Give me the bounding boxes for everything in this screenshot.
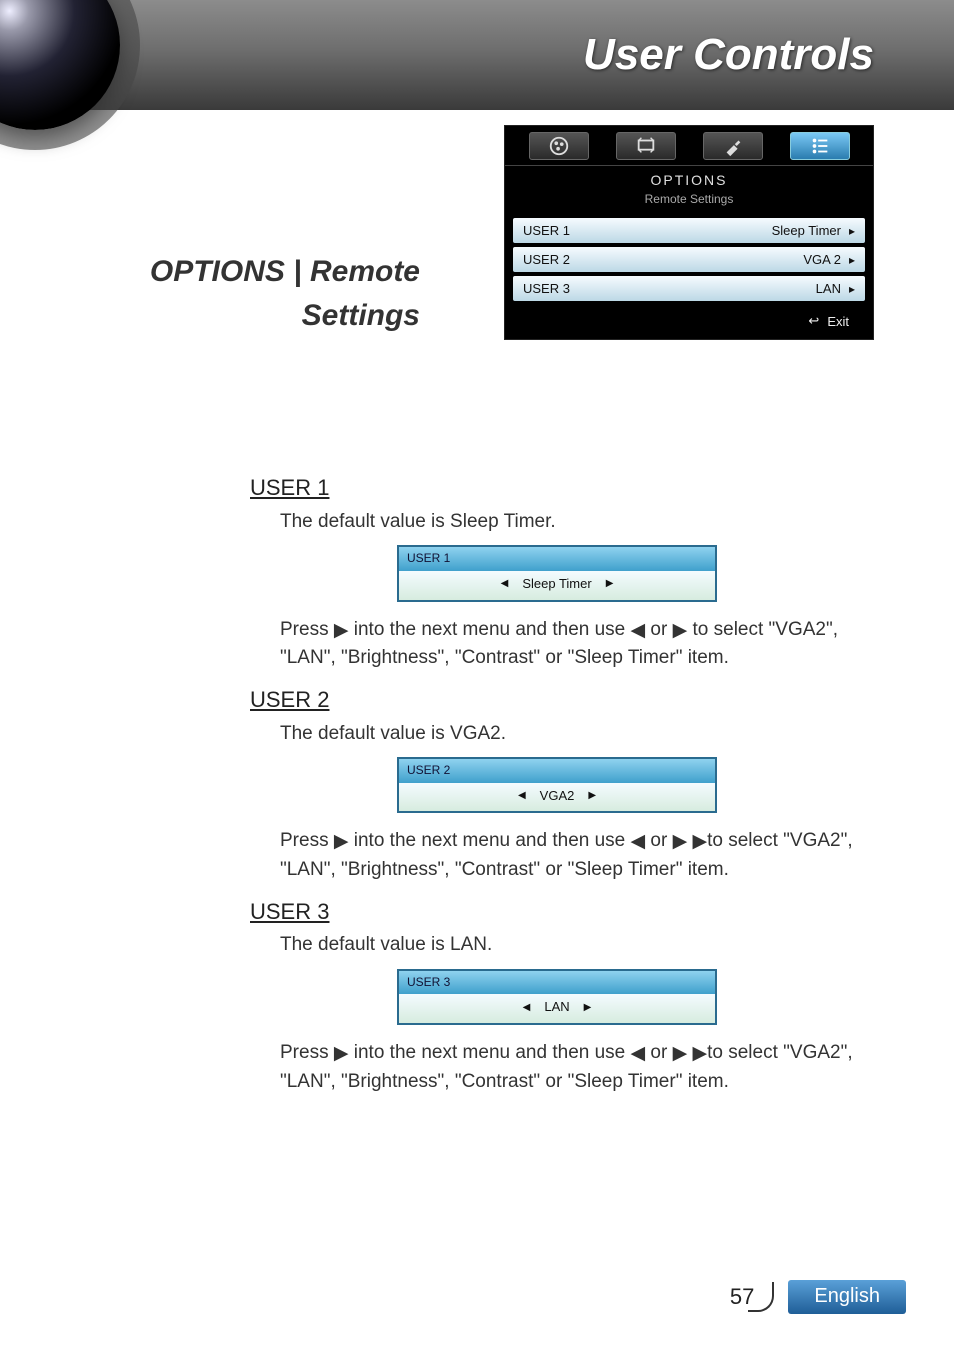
user1-heading: USER 1 <box>250 472 864 504</box>
language-pill: English <box>788 1280 906 1314</box>
user2-selector-value-row[interactable]: ◀ VGA2 ▶ <box>399 783 715 812</box>
triangle-left-icon: ◀ <box>631 828 646 856</box>
chevron-right-icon <box>849 281 855 296</box>
tab-image-icon[interactable] <box>529 132 589 160</box>
osd-exit-label: Exit <box>827 314 849 329</box>
user1-selector-value: Sleep Timer <box>522 575 591 594</box>
osd-row-user2[interactable]: USER 2 VGA 2 <box>513 247 865 272</box>
user3-instruction: Press ▶ into the next menu and then use … <box>250 1039 864 1095</box>
user3-default: The default value is LAN. <box>250 931 864 959</box>
triangle-right-icon: ▶ <box>334 828 349 856</box>
user2-selector-value: VGA2 <box>540 787 575 806</box>
page-number: 57 <box>722 1282 762 1311</box>
osd-row-user1[interactable]: USER 1 Sleep Timer <box>513 218 865 243</box>
user2-heading: USER 2 <box>250 684 864 716</box>
triangle-right-icon[interactable]: ▶ <box>606 577 614 592</box>
user1-selector: USER 1 ◀ Sleep Timer ▶ <box>397 545 717 601</box>
user2-instruction: Press ▶ into the next menu and then use … <box>250 827 864 883</box>
osd-subtitle: Remote Settings <box>505 190 873 214</box>
osd-row-user3[interactable]: USER 3 LAN <box>513 276 865 301</box>
triangle-left-icon[interactable]: ◀ <box>501 577 509 592</box>
chevron-right-icon <box>849 252 855 267</box>
user1-default: The default value is Sleep Timer. <box>250 508 864 536</box>
triangle-right-icon: ▶ <box>673 617 688 645</box>
header-bar: User Controls <box>0 0 954 110</box>
osd-title: OPTIONS <box>505 166 873 190</box>
user1-selector-value-row[interactable]: ◀ Sleep Timer ▶ <box>399 571 715 600</box>
osd-row-value: VGA 2 <box>803 252 841 267</box>
osd-row-label: USER 2 <box>523 252 570 267</box>
triangle-right-icon[interactable]: ▶ <box>588 789 596 804</box>
triangle-right-icon[interactable]: ▶ <box>584 1001 592 1016</box>
back-arrow-icon: ↩ <box>808 313 819 329</box>
page-header-title: User Controls <box>583 30 874 80</box>
osd-tab-bar <box>505 126 873 166</box>
triangle-left-icon[interactable]: ◀ <box>523 1001 531 1016</box>
lens-graphic <box>0 0 120 130</box>
tab-setup-icon[interactable] <box>703 132 763 160</box>
page-num-wrap: 57 <box>722 1284 770 1310</box>
user2-selector: USER 2 ◀ VGA2 ▶ <box>397 757 717 813</box>
body-content: USER 1 The default value is Sleep Timer.… <box>250 460 864 1095</box>
user3-selector: USER 3 ◀ LAN ▶ <box>397 969 717 1025</box>
user2-selector-label: USER 2 <box>399 759 715 782</box>
user2-default: The default value is VGA2. <box>250 720 864 748</box>
triangle-left-icon: ◀ <box>631 617 646 645</box>
triangle-right-icon: ▶ ▶ <box>673 828 708 856</box>
osd-panel: OPTIONS Remote Settings USER 1 Sleep Tim… <box>504 125 874 340</box>
user3-selector-value: LAN <box>544 998 569 1017</box>
user1-selector-label: USER 1 <box>399 547 715 570</box>
triangle-right-icon: ▶ <box>334 1040 349 1068</box>
user1-instruction: Press ▶ into the next menu and then use … <box>250 616 864 672</box>
triangle-right-icon: ▶ ▶ <box>673 1040 708 1068</box>
triangle-right-icon: ▶ <box>334 617 349 645</box>
user3-selector-label: USER 3 <box>399 971 715 994</box>
osd-row-label: USER 1 <box>523 223 570 238</box>
footer: 57 English <box>722 1280 906 1314</box>
tab-options-icon[interactable] <box>790 132 850 160</box>
osd-exit-row[interactable]: ↩ Exit <box>505 305 873 339</box>
osd-row-label: USER 3 <box>523 281 570 296</box>
osd-row-value: LAN <box>816 281 841 296</box>
triangle-left-icon[interactable]: ◀ <box>518 789 526 804</box>
user3-heading: USER 3 <box>250 896 864 928</box>
osd-row-value: Sleep Timer <box>772 223 841 238</box>
chevron-right-icon <box>849 223 855 238</box>
user3-selector-value-row[interactable]: ◀ LAN ▶ <box>399 994 715 1023</box>
section-title: OPTIONS | Remote Settings <box>90 250 420 337</box>
tab-display-icon[interactable] <box>616 132 676 160</box>
triangle-left-icon: ◀ <box>631 1040 646 1068</box>
